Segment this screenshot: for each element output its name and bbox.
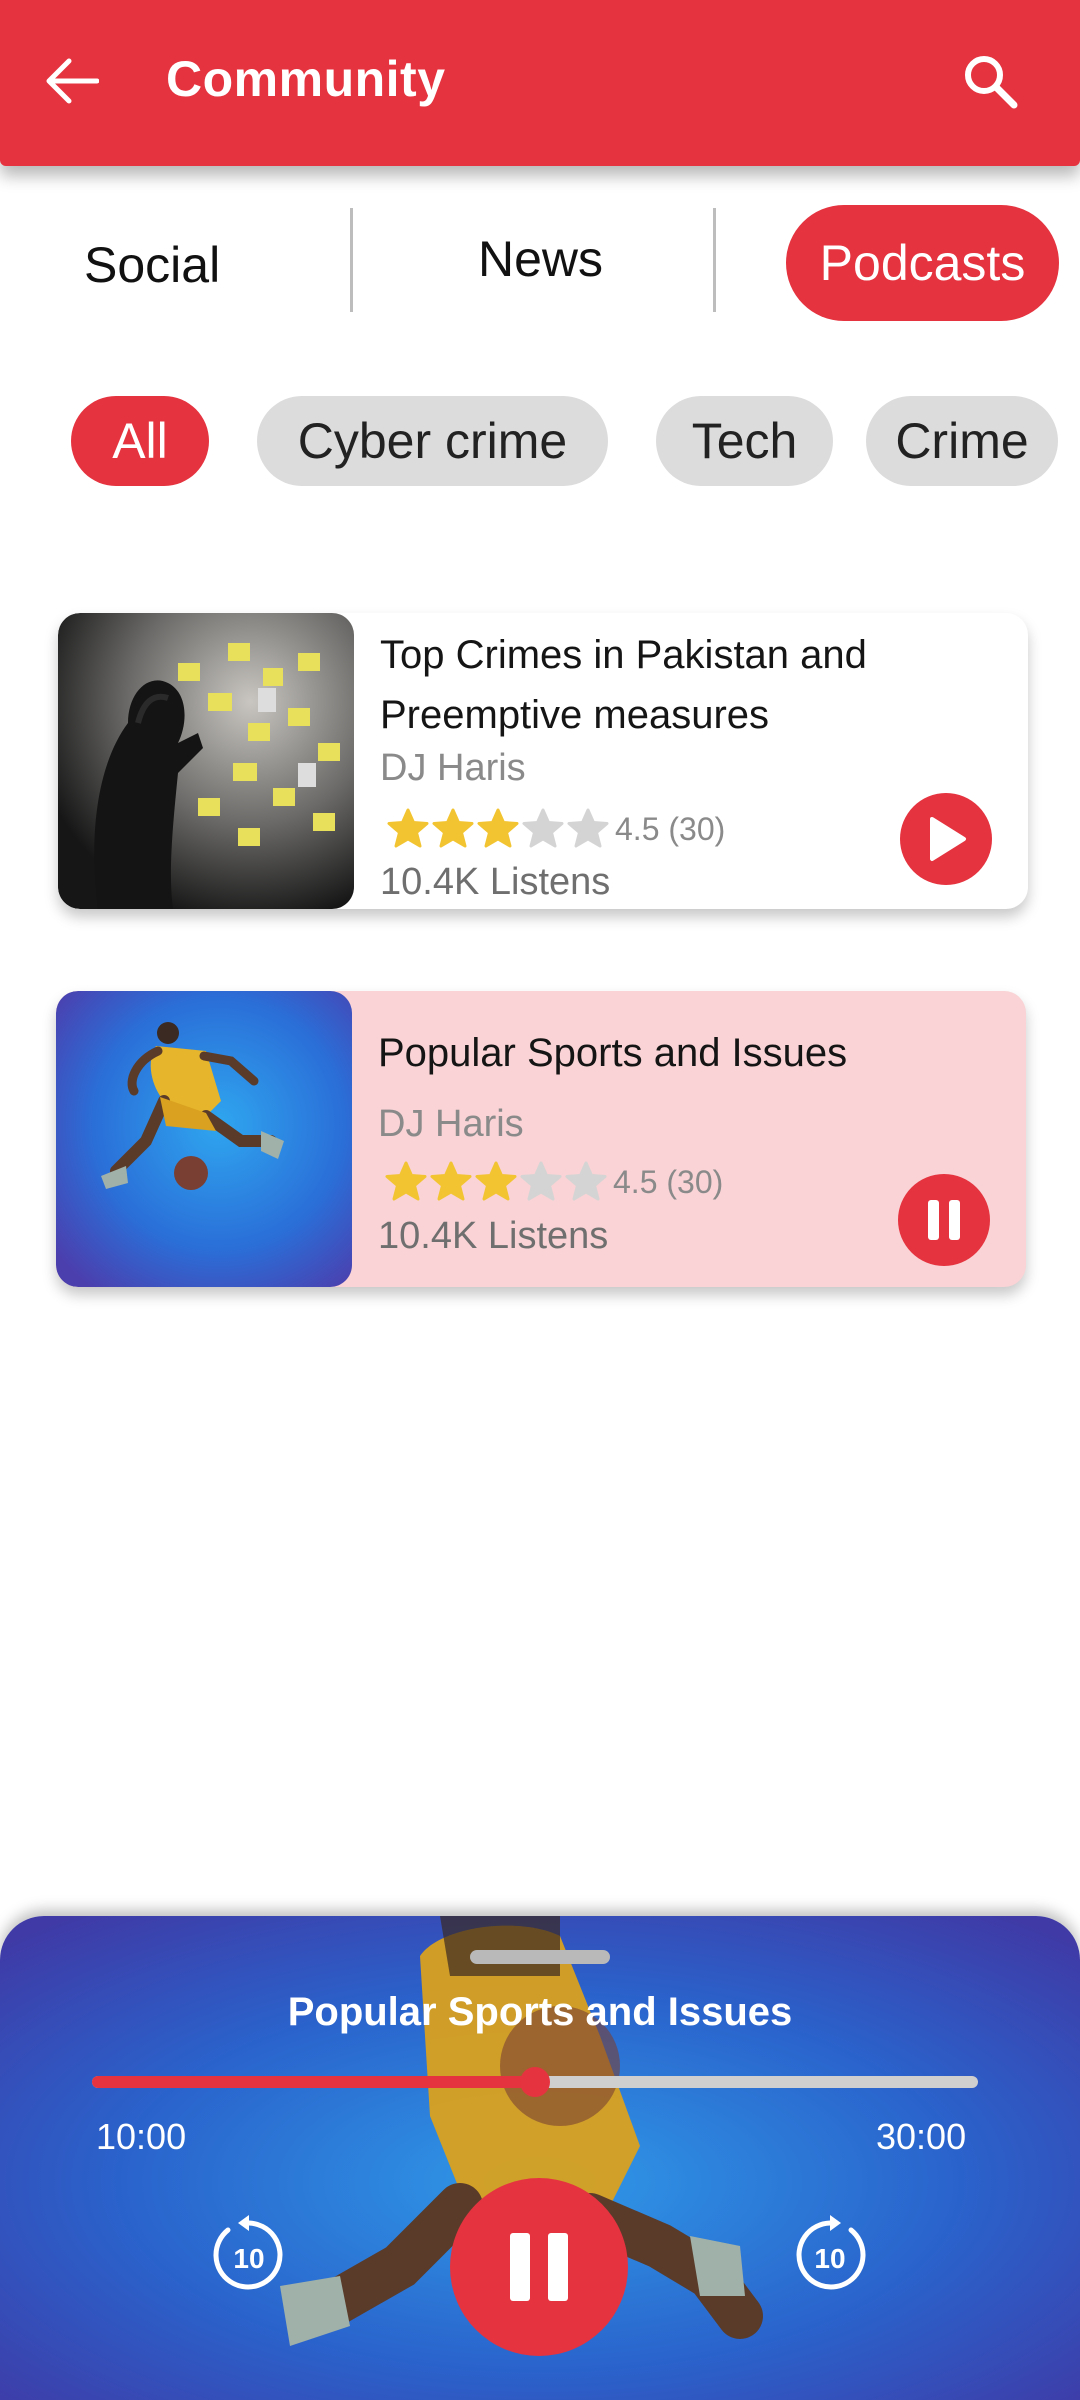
listen-count: 10.4K Listens: [378, 1215, 609, 1257]
star-filled-icon: [475, 1161, 517, 1201]
filter-chip-tech[interactable]: Tech: [656, 396, 833, 486]
rewind-10-icon: 10: [213, 2215, 283, 2290]
tab-social[interactable]: Social: [84, 236, 220, 294]
filter-chip-all[interactable]: All: [71, 396, 209, 486]
play-button[interactable]: [900, 793, 992, 885]
star-empty-icon: [520, 1161, 562, 1201]
player-title: Popular Sports and Issues: [287, 1990, 793, 2034]
skip-seconds-label: 10: [814, 2243, 845, 2274]
podcast-thumbnail: [56, 991, 352, 1287]
back-button[interactable]: [36, 46, 106, 116]
star-filled-icon: [430, 1161, 472, 1201]
tab-divider: [350, 208, 353, 312]
podcast-author: DJ Haris: [378, 1103, 524, 1145]
pause-icon: [510, 2233, 568, 2301]
star-filled-icon: [432, 808, 474, 848]
progress-fill: [92, 2076, 535, 2088]
pause-button[interactable]: [898, 1174, 990, 1266]
mini-player[interactable]: Popular Sports and Issues 10:00 30:00 10…: [0, 1916, 1080, 2400]
search-icon: [965, 56, 1018, 109]
podcast-author: DJ Haris: [380, 747, 526, 789]
filter-chip-cyber-crime[interactable]: Cyber crime: [257, 396, 608, 486]
listen-count: 10.4K Listens: [380, 861, 611, 903]
rewind-10-button[interactable]: 10: [208, 2214, 290, 2296]
rating-text: 4.5 (30): [613, 1163, 724, 1200]
podcast-card[interactable]: Top Crimes in Pakistan and Preemptive me…: [58, 613, 1028, 909]
pause-icon: [928, 1200, 960, 1240]
play-pause-button[interactable]: [450, 2178, 628, 2356]
star-filled-icon: [477, 808, 519, 848]
total-time: 30:00: [876, 2116, 967, 2157]
filter-chip-crime[interactable]: Crime: [866, 396, 1058, 486]
tab-divider: [713, 208, 716, 312]
star-filled-icon: [385, 1161, 427, 1201]
rating-stars: 4.5 (30): [386, 808, 725, 850]
play-icon: [930, 817, 966, 861]
podcast-title: Popular Sports and Issues: [378, 1031, 848, 1075]
podcast-card[interactable]: Popular Sports and Issues DJ Haris 4.5 (…: [56, 991, 1026, 1287]
rating-text: 4.5 (30): [615, 810, 726, 847]
forward-10-button[interactable]: 10: [789, 2214, 871, 2296]
filter-chips: All Cyber crime Tech Crime: [0, 396, 1080, 488]
star-empty-icon: [522, 808, 564, 848]
app-header: Community: [0, 0, 1080, 166]
tab-podcasts[interactable]: Podcasts: [786, 205, 1059, 321]
podcast-thumbnail: [58, 613, 354, 909]
drag-handle[interactable]: [470, 1950, 610, 1964]
star-empty-icon: [565, 1161, 607, 1201]
podcast-title: Top Crimes in Pakistan and Preemptive me…: [380, 633, 867, 737]
skip-seconds-label: 10: [233, 2243, 264, 2274]
forward-10-icon: 10: [796, 2215, 866, 2290]
progress-bar[interactable]: [92, 2067, 978, 2097]
search-button[interactable]: [955, 46, 1025, 116]
tab-news[interactable]: News: [478, 230, 603, 288]
category-tabs: Social News Podcasts: [0, 200, 1080, 330]
page-title: Community: [166, 51, 446, 107]
star-empty-icon: [567, 808, 609, 848]
arrow-left-icon: [46, 58, 99, 104]
current-time: 10:00: [96, 2116, 187, 2157]
rating-stars: 4.5 (30): [384, 1161, 723, 1203]
progress-thumb[interactable]: [520, 2067, 550, 2097]
star-filled-icon: [387, 808, 429, 848]
